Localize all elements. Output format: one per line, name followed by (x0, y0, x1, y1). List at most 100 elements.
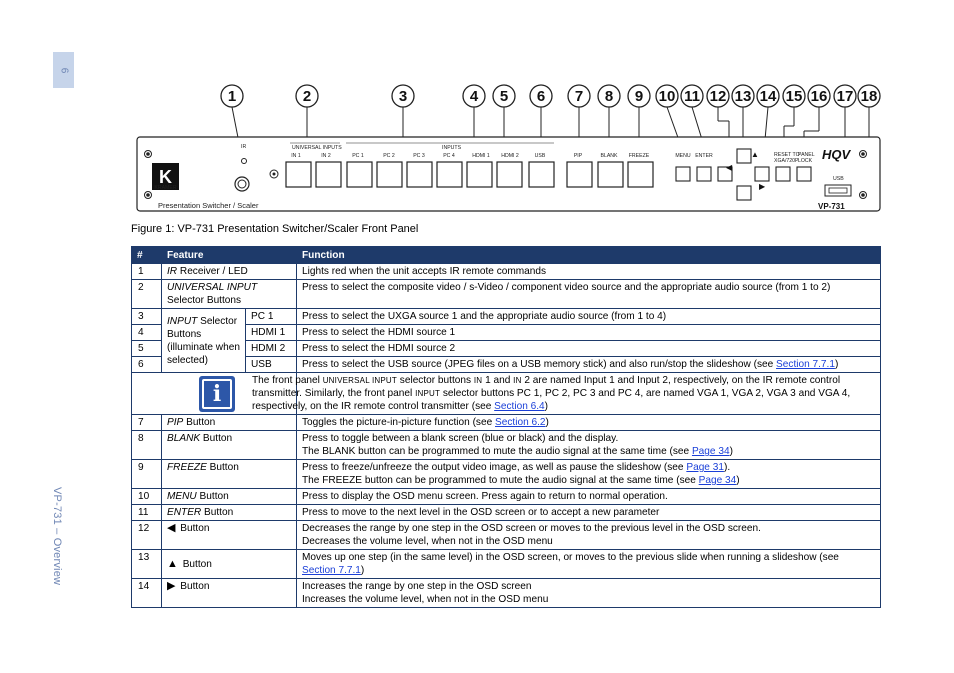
row-number: 13 (131, 549, 162, 579)
svg-text:6: 6 (537, 88, 545, 105)
row-number: 4 (131, 324, 162, 341)
page-link[interactable]: Page 34 (699, 475, 737, 486)
table-row: 7 PIP Button Toggles the picture-in-pict… (131, 414, 881, 431)
row-feature: PIP Button (161, 414, 297, 431)
table-row: 2 UNIVERSAL INPUT Selector Buttons Press … (131, 279, 881, 309)
right-arrow-icon: ▶ (167, 580, 176, 592)
callout-2: 2 (295, 84, 319, 108)
row-number: 3 (131, 308, 162, 325)
svg-text:3: 3 (399, 88, 407, 105)
svg-text:11: 11 (684, 88, 700, 105)
row-subfeature: HDMI 1 (245, 324, 297, 341)
row-number: 10 (131, 488, 162, 505)
row-number: 8 (131, 430, 162, 460)
row-function: Press to move to the next level in the O… (296, 504, 881, 521)
panel-button-label: PC 4 (443, 153, 455, 159)
header-feature: Feature (161, 246, 297, 264)
svg-text:KRAMER: KRAMER (154, 185, 176, 191)
panel-button-menu (675, 166, 691, 182)
panel-button-enter (696, 166, 712, 182)
row-function: Decreases the range by one step in the O… (296, 520, 881, 550)
reset-label-2: XGA/720P (774, 158, 799, 164)
table-row: 11 ENTER Button Press to move to the nex… (131, 504, 881, 521)
header-number: # (131, 246, 162, 264)
row-function: Lights red when the unit accepts IR remo… (296, 263, 881, 280)
row-function: Press to select the UXGA source 1 and th… (296, 308, 881, 325)
up-arrow-icon: ▲ (167, 557, 178, 570)
row-feature: MENU Button (161, 488, 297, 505)
row-feature: UNIVERSAL INPUT Selector Buttons (161, 279, 297, 309)
panel-button-reset (775, 166, 791, 182)
table-row: 14 ▶ Button Increases the range by one s… (131, 578, 881, 608)
row-subfeature: PC 1 (245, 308, 297, 325)
svg-text:18: 18 (861, 88, 878, 105)
panel-button-pc-4 (436, 161, 463, 188)
svg-text:16: 16 (811, 88, 828, 105)
section-link[interactable]: Section 7.7.1 (302, 565, 361, 576)
callout-17: 17 (833, 84, 857, 108)
table-row: 10 MENU Button Press to display the OSD … (131, 488, 881, 505)
panel-button-freeze (627, 161, 654, 188)
row-function: Press to select the composite video / s-… (296, 279, 881, 309)
panel-button-down (736, 185, 752, 201)
panel-button-hdmi-1 (466, 161, 493, 188)
row-function: Press to select the HDMI source 2 (296, 340, 881, 357)
row-subfeature: HDMI 2 (245, 340, 297, 357)
page-link[interactable]: Page 34 (692, 446, 730, 457)
section-link[interactable]: Section 6.4 (494, 401, 545, 412)
section-link[interactable]: Section 6.2 (495, 417, 546, 428)
panel-button-lock (796, 166, 812, 182)
callout-11: 11 (680, 84, 704, 108)
row-function: Press to select the HDMI source 1 (296, 324, 881, 341)
svg-text:▲: ▲ (751, 150, 759, 159)
panel-button-hdmi-2 (496, 161, 523, 188)
page-link[interactable]: Page 31 (686, 462, 724, 473)
row-function: Moves up one step (in the same level) in… (296, 549, 881, 579)
callout-13: 13 (731, 84, 755, 108)
panel-button-label: BLANK (600, 153, 618, 159)
row-number: 5 (131, 340, 162, 357)
row-number: 11 (131, 504, 162, 521)
svg-text:7: 7 (575, 88, 583, 105)
panel-button-in-1 (285, 161, 312, 188)
panel-button-right (754, 166, 770, 182)
row-number: 9 (131, 459, 162, 489)
row-feature: FREEZE Button (161, 459, 297, 489)
table-row: 13 ▲ Button Moves up one step (in the sa… (131, 549, 881, 579)
panel-button-in-2 (315, 161, 342, 188)
table-row: 9 FREEZE Button Press to freeze/unfreeze… (131, 459, 881, 489)
note-row: i The front panel UNIVERSAL INPUT select… (131, 372, 881, 415)
panel-button-pc-3 (406, 161, 433, 188)
input-selector-group: INPUT Selector Buttons (illuminate when … (161, 308, 246, 373)
svg-text:15: 15 (786, 88, 803, 105)
row-feature: ▲ Button (161, 549, 297, 579)
row-function: Increases the range by one step in the O… (296, 578, 881, 608)
usb-port-label: USB (833, 176, 844, 182)
header-function: Function (296, 246, 881, 264)
row-function: Press to toggle between a blank screen (… (296, 430, 881, 460)
svg-text:2: 2 (303, 88, 311, 105)
row-feature: BLANK Button (161, 430, 297, 460)
callout-3: 3 (391, 84, 415, 108)
row-function: Press to freeze/unfreeze the output vide… (296, 459, 881, 489)
section-link[interactable]: Section 7.7.1 (776, 359, 835, 370)
row-feature: IR Receiver / LED (161, 263, 297, 280)
svg-text:4: 4 (470, 88, 479, 105)
row-function: Press to display the OSD menu screen. Pr… (296, 488, 881, 505)
panel-button-label: HDMI 1 (472, 153, 490, 159)
svg-text:10: 10 (659, 88, 676, 105)
panel-lock-label-2: LOCK (798, 158, 813, 164)
svg-text:▶: ▶ (759, 182, 766, 191)
table-header-row: # Feature Function (131, 246, 881, 264)
callout-14: 14 (756, 84, 780, 108)
row-feature: ▶ Button (161, 578, 297, 608)
panel-button-blank (597, 161, 624, 188)
table-row: 12 ◀ Button Decreases the range by one s… (131, 520, 881, 550)
info-icon: i (199, 376, 235, 412)
side-caption: VP-731 – Overview (51, 487, 63, 586)
row-number: 12 (131, 520, 162, 550)
panel-button-label: PC 1 (352, 153, 364, 159)
callout-10: 10 (655, 84, 679, 108)
panel-button-label: PIP (574, 153, 583, 159)
front-panel-illustration: 1 2 3 4 5 6 7 8 9 10 11 12 13 14 15 16 17 18 K KRAMER Pre… (136, 84, 881, 212)
